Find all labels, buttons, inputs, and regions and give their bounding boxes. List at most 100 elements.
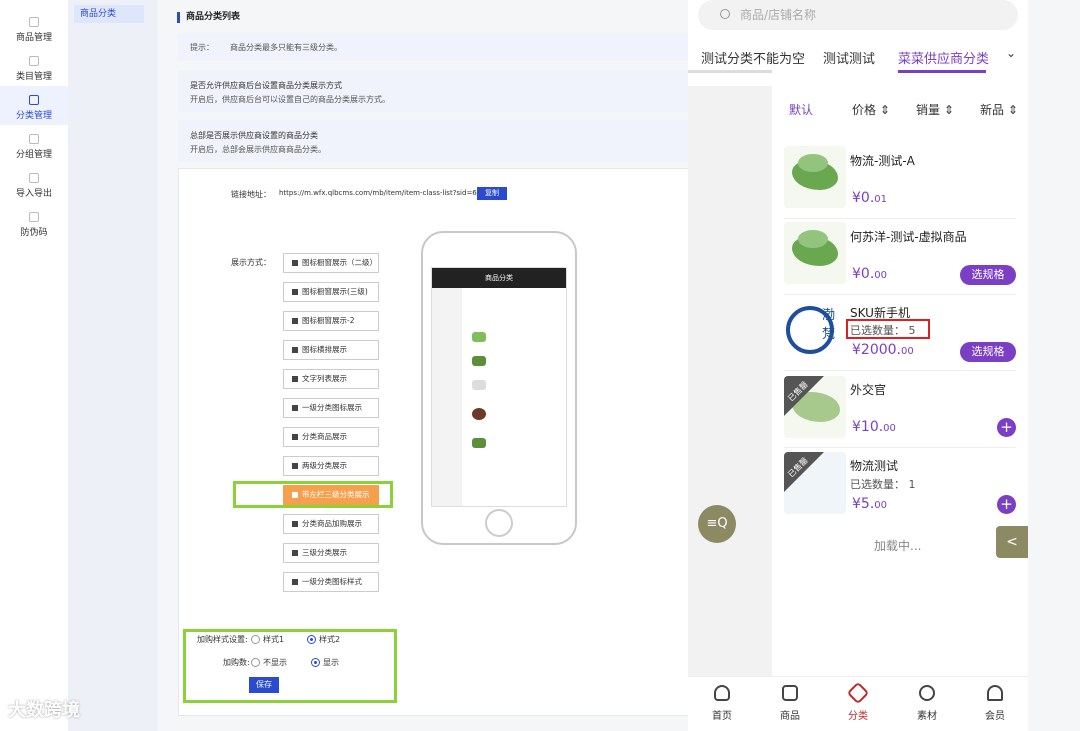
- user-icon: [987, 685, 1003, 701]
- nav-item-import-export[interactable]: 导入导出: [0, 164, 68, 203]
- radio-checked-icon: [311, 658, 320, 667]
- phone-home-button: [485, 509, 513, 537]
- group-icon: [29, 134, 39, 144]
- sort-price[interactable]: 价格 ⇕: [852, 101, 890, 118]
- nav-label: 防伪码: [20, 228, 48, 238]
- display-option[interactable]: 一级分类图标展示: [283, 398, 379, 418]
- tab-products[interactable]: 商品: [770, 685, 810, 722]
- tab-category-nav[interactable]: 分类: [838, 681, 878, 722]
- subnav-item-product-category[interactable]: 商品分类: [74, 5, 144, 23]
- link-url: https://m.wfx.qlbcms.com/mb/item/item-cl…: [279, 189, 477, 197]
- setting-supplier-display: 是否允许供应商后台设置商品分类展示方式 开启后，供应商后台可以设置自己的商品分类…: [178, 70, 698, 112]
- display-option[interactable]: 图标橱窗展示（二级）: [283, 253, 379, 273]
- cart-count-label: 加购数:: [223, 658, 250, 667]
- tab-category[interactable]: 测试分类不能为空: [701, 48, 805, 67]
- nav-item-products[interactable]: 商品管理: [0, 8, 68, 47]
- product-image[interactable]: 已售罄: [784, 376, 846, 438]
- phone-header: 商品分类: [432, 268, 566, 288]
- display-option[interactable]: 两级分类展示: [283, 456, 379, 476]
- phone-preview: 商品分类: [421, 231, 577, 545]
- cart-style-label: 加购样式设置:: [197, 635, 248, 644]
- add-to-cart-button[interactable]: +: [997, 495, 1016, 514]
- nav-item-anticounterfeit[interactable]: 防伪码: [0, 203, 68, 242]
- nav-item-classification[interactable]: 分类管理: [0, 86, 68, 125]
- cart-count-option-show[interactable]: 显示: [311, 657, 339, 668]
- save-button[interactable]: 保存: [249, 677, 279, 693]
- tab-category[interactable]: 测试测试: [823, 48, 875, 67]
- product-name[interactable]: 物流测试: [850, 457, 898, 474]
- setting-desc: 开启后，总部会展示供应商商品分类。: [190, 145, 326, 154]
- sort-default[interactable]: 默认: [789, 101, 813, 118]
- display-option[interactable]: 一级分类图标样式: [283, 572, 379, 592]
- watermark: 大数跨境: [8, 700, 80, 721]
- grid-icon: [29, 56, 39, 66]
- select-spec-button[interactable]: 选规格: [960, 265, 1016, 285]
- product-name[interactable]: 物流-测试-A: [850, 152, 915, 169]
- tip-panel: 提示： 商品分类最多只能有三级分类。: [178, 33, 698, 61]
- tag-icon: [846, 681, 870, 705]
- badge-icon: [919, 685, 935, 701]
- tab-materials[interactable]: 素材: [907, 685, 947, 722]
- highlight-frame: [233, 481, 393, 508]
- add-to-cart-button[interactable]: +: [997, 418, 1016, 437]
- cart-style-option-1[interactable]: 样式1: [251, 634, 284, 645]
- tab-home[interactable]: 首页: [702, 685, 742, 722]
- sort-sales[interactable]: 销量 ⇕: [916, 101, 954, 118]
- chevron-left-icon[interactable]: <: [996, 526, 1028, 558]
- select-spec-button[interactable]: 选规格: [960, 342, 1016, 362]
- tip-label: 提示：: [190, 43, 214, 52]
- nav-label: 商品管理: [15, 33, 52, 43]
- divider: [784, 447, 1016, 448]
- product-image[interactable]: [784, 222, 846, 284]
- display-option[interactable]: 三级分类展示: [283, 543, 379, 563]
- radio-checked-icon: [307, 635, 316, 644]
- setting-desc: 开启后，供应商后台可以设置自己的商品分类展示方式。: [190, 95, 390, 104]
- product-image[interactable]: 渤梵: [784, 300, 846, 362]
- sort-new[interactable]: 新品 ⇕: [980, 101, 1018, 118]
- cart-style-option-2[interactable]: 样式2: [307, 634, 340, 645]
- brand-logo-text: 渤梵: [822, 308, 836, 342]
- copy-button[interactable]: 复制: [477, 187, 507, 200]
- nav-label: 导入导出: [15, 189, 52, 199]
- setting-title: 是否允许供应商后台设置商品分类展示方式: [190, 81, 342, 90]
- home-icon: [714, 685, 730, 701]
- nav-label: 分类管理: [15, 111, 52, 121]
- display-label: 展示方式：: [231, 258, 271, 267]
- tip-text: 商品分类最多只能有三级分类。: [230, 43, 342, 52]
- nav-item-groups[interactable]: 分组管理: [0, 125, 68, 164]
- display-option[interactable]: 图标橱窗展示(三级): [283, 282, 379, 302]
- nav-label: 分组管理: [15, 150, 52, 160]
- tab-divider: [688, 70, 772, 73]
- highlight-box: [846, 319, 930, 339]
- display-option[interactable]: 图标橱窗展示-2: [283, 311, 379, 331]
- cart-count-option-hide[interactable]: 不显示: [251, 657, 287, 668]
- bottom-tab-bar: 首页 商品 分类 素材 会员: [688, 676, 1028, 731]
- left-nav: 商品管理 类目管理 分类管理 分组管理 导入导出 防伪码: [0, 0, 68, 731]
- setting-hq-display: 总部是否展示供应商设置的商品分类 开启后，总部会展示供应商商品分类。: [178, 120, 698, 162]
- tab-category-active[interactable]: 菜菜供应商分类: [898, 48, 989, 67]
- search-list-icon[interactable]: ≡Q: [698, 505, 736, 543]
- product-price: ¥0.01: [852, 190, 887, 206]
- tab-member[interactable]: 会员: [975, 685, 1015, 722]
- category-sidebar: [688, 86, 772, 676]
- product-name[interactable]: 何苏洋-测试-虚拟商品: [850, 228, 967, 245]
- display-option[interactable]: 分类商品展示: [283, 427, 379, 447]
- nav-item-categories[interactable]: 类目管理: [0, 47, 68, 86]
- display-option[interactable]: 分类商品加购展示: [283, 514, 379, 534]
- sub-nav: 商品分类: [68, 0, 158, 731]
- product-price: ¥10.00: [852, 419, 896, 435]
- product-image[interactable]: 已售罄: [784, 452, 846, 514]
- display-option[interactable]: 文字列表展示: [283, 369, 379, 389]
- search-input[interactable]: 商品/店铺名称: [698, 0, 1018, 30]
- radio-icon: [251, 635, 260, 644]
- qrcode-icon: [29, 212, 39, 222]
- chevron-down-icon[interactable]: ⌄: [1006, 46, 1016, 60]
- search-icon: [720, 9, 730, 19]
- product-price: ¥2000.00: [852, 342, 914, 358]
- page-title: 商品分类列表: [177, 12, 240, 23]
- product-image[interactable]: [784, 146, 846, 208]
- product-name[interactable]: 外交官: [850, 381, 886, 398]
- display-option[interactable]: 图标横排展示: [283, 340, 379, 360]
- search-placeholder: 商品/店铺名称: [740, 8, 817, 22]
- nav-label: 类目管理: [15, 72, 52, 82]
